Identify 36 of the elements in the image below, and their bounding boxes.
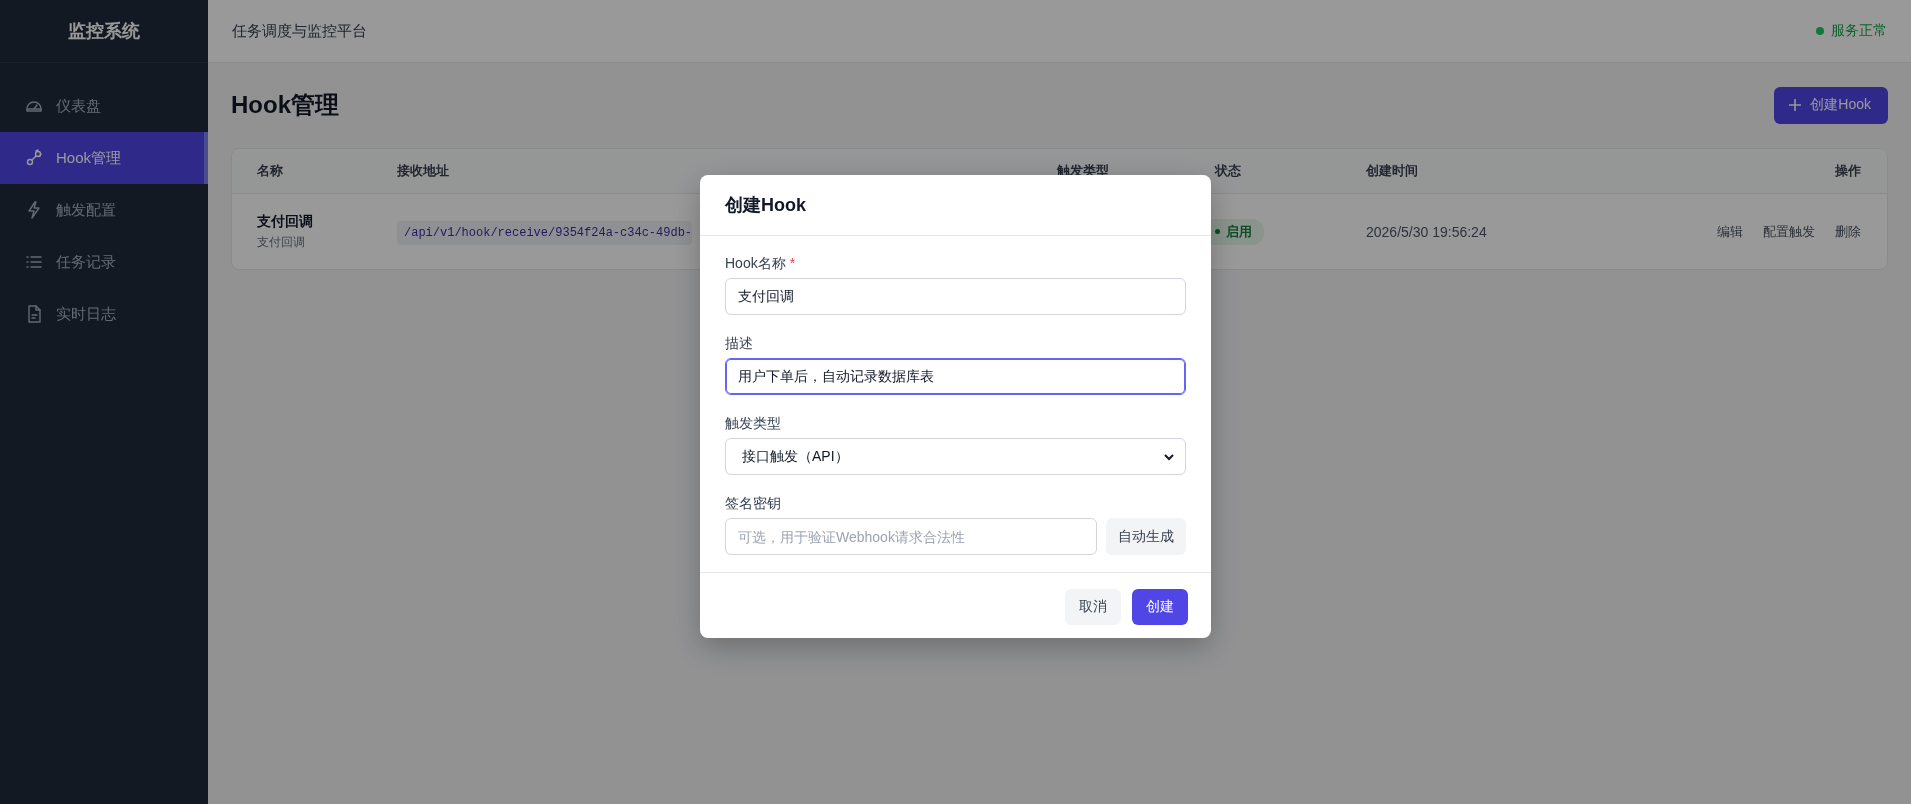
plus-icon bbox=[1788, 98, 1803, 112]
hook-subtitle: 支付回调 bbox=[257, 233, 306, 251]
action-link[interactable]: 删除 bbox=[1835, 222, 1861, 241]
secret-key-field[interactable]: 可选，用于验证Webhook请求合法性 bbox=[725, 518, 1097, 555]
column-header: 接收地址 bbox=[397, 162, 450, 180]
link-icon bbox=[24, 148, 44, 168]
dialog-title: 创建Hook bbox=[725, 194, 806, 217]
endpoint-address: /api/v1/hook/receive/9354f24a-c34c-49db- bbox=[397, 221, 693, 245]
create-button[interactable]: 创建 bbox=[1132, 589, 1188, 625]
status-text: 服务正常 bbox=[1831, 22, 1887, 40]
column-header: 创建时间 bbox=[1366, 162, 1419, 180]
sidebar-item[interactable]: 仪表盘 bbox=[0, 80, 208, 132]
sidebar-item[interactable]: 实时日志 bbox=[0, 288, 208, 340]
action-link[interactable]: 编辑 bbox=[1717, 222, 1743, 241]
sidebar-item[interactable]: 任务记录 bbox=[0, 236, 208, 288]
page-title: Hook管理 bbox=[231, 90, 339, 120]
field-label: 描述 bbox=[725, 334, 754, 353]
column-header: 名称 bbox=[257, 162, 284, 180]
sidebar-item[interactable]: Hook管理 bbox=[0, 132, 208, 184]
field-label: 触发类型 bbox=[725, 414, 782, 433]
action-link[interactable]: 配置触发 bbox=[1763, 222, 1815, 241]
text-field[interactable]: 用户下单后，自动记录数据库表 bbox=[725, 358, 1186, 395]
auto-generate-button[interactable]: 自动生成 bbox=[1106, 518, 1186, 555]
create-hook-button[interactable]: 创建Hook bbox=[1774, 86, 1888, 124]
trigger-type-select[interactable]: 接口触发（API） bbox=[725, 438, 1186, 475]
field-label: Hook名称 * bbox=[725, 254, 797, 273]
column-header: 操作 bbox=[1835, 162, 1861, 180]
field-label: 签名密钥 bbox=[725, 494, 782, 513]
status-dot-icon bbox=[1816, 27, 1824, 35]
hook-name: 支付回调 bbox=[257, 212, 314, 231]
column-header: 状态 bbox=[1215, 162, 1242, 180]
created-time: 2026/5/30 19:56:24 bbox=[1366, 223, 1488, 240]
app-title: 任务调度与监控平台 bbox=[232, 21, 367, 41]
text-field[interactable]: 支付回调 bbox=[725, 278, 1186, 315]
cancel-button[interactable]: 取消 bbox=[1065, 589, 1121, 625]
sidebar-item[interactable]: 触发配置 bbox=[0, 184, 208, 236]
